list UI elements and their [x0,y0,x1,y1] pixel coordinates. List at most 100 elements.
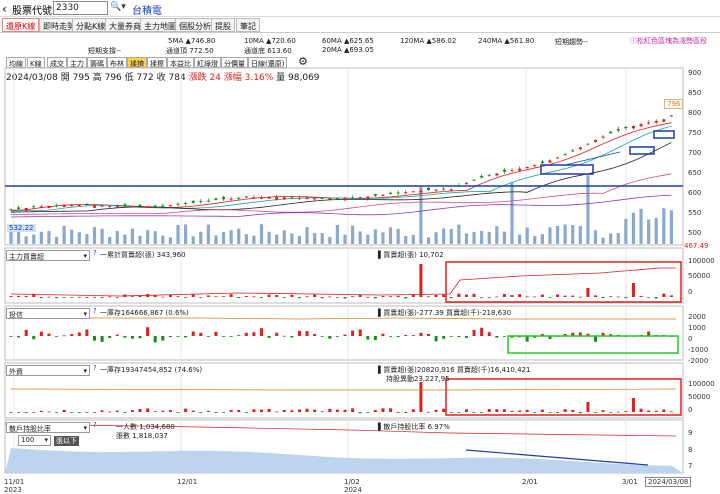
trust-bar [176,336,180,337]
price-tick: 800 [688,109,702,117]
main-force-bar [442,294,446,297]
trust-bar [419,332,423,336]
trust-bar [115,334,119,336]
trust-bar [351,330,355,336]
help-icon[interactable]: ? [93,364,97,372]
volume-bar [457,224,461,244]
volume-bar [358,231,362,244]
foreign-bar [115,410,119,412]
main-force-bar [647,297,651,298]
trust-bar [153,336,157,343]
chevron-down-icon: ▾ [83,310,87,318]
trust-bar [502,336,506,337]
panel-frame [4,67,684,246]
volume-bar [328,236,332,244]
main-force-bar [260,297,263,298]
main-force-bar [222,296,226,297]
volume-bar [77,232,81,244]
main-force-bar [662,293,666,297]
foreign-bar [146,408,150,412]
main-force-bar [601,297,605,299]
foreign-bar [480,412,484,413]
main-force-bar [24,295,28,297]
trust-bar [335,336,339,337]
foreign-bar [32,411,36,413]
main-force-bar [495,296,499,298]
panel4-selector[interactable]: 散戶持股比率 ▾ [6,422,90,433]
panel1-right-text: ▌買賣超(張) 10,702 [378,251,444,259]
candle-body [9,209,13,211]
volume-bar [578,225,582,244]
chevron-down-icon: ▾ [83,424,87,432]
main-force-bar [502,293,506,297]
volume-bar [502,231,507,244]
main-force-bar [563,295,567,297]
main-force-bar [55,297,59,299]
candle-body [32,206,36,208]
foreign-bar [404,412,408,413]
volume-bar [533,236,537,244]
foreign-bar [297,409,301,412]
trust-bar [9,336,13,337]
candle-body [161,205,165,207]
volume-bar [388,227,393,244]
foreign-bar [457,412,461,413]
chevron-down-icon: ▾ [83,252,87,260]
ma20-line [10,142,672,213]
foreign-bar [631,398,635,412]
trust-bar [343,334,347,336]
main-force-bar [609,296,613,298]
volume-bar [419,186,423,244]
main-force-bar [343,297,347,299]
main-force-bar [115,296,119,298]
panel3-selector[interactable]: 外資 ▾ [6,365,90,376]
volume-bar [123,234,127,244]
help-icon[interactable]: ? [93,307,97,315]
volume-bar [350,225,355,244]
retail-threshold-select[interactable]: 100 ▾ [18,435,51,446]
candle-body [191,200,195,203]
trust-bar [313,334,317,336]
trust-bar [290,336,294,338]
help-icon[interactable]: ? [93,421,97,429]
highlight-box [507,335,679,354]
trust-bar [130,336,134,339]
volume-bar [540,234,544,244]
panel1-selector[interactable]: 主力買賣超 ▾ [6,250,90,261]
volume-bar [16,230,21,244]
main-force-bar [669,295,673,297]
main-force-bar [624,297,628,299]
volume-bar [138,235,142,244]
candle-body [115,206,119,208]
foreign-bar [518,410,522,412]
main-force-bar [548,297,552,298]
candle-body [351,197,355,199]
x-tick: 1/02 [344,478,360,486]
panel4-tick: 7 [688,462,693,470]
foreign-bar [389,408,393,412]
volume-bar [343,234,347,244]
current-date-label: 2024/03/08 [645,477,692,487]
candle-body [252,197,256,199]
foreign-bar [594,412,597,413]
candle-body [17,207,21,209]
panel2-selector[interactable]: 投信 ▾ [6,308,90,319]
main-force-bar [404,297,408,299]
candle-body [548,160,552,163]
volume-bar [183,224,188,244]
chart-canvas[interactable] [0,0,720,494]
volume-bar [290,233,294,244]
foreign-bar [578,412,582,414]
help-icon[interactable]: ? [93,249,97,257]
trust-bar [480,327,484,336]
foreign-bar [540,409,544,412]
foreign-bar [267,408,271,412]
main-force-bar [176,296,180,297]
foreign-bar [130,410,134,412]
main-force-bar [229,294,233,297]
main-force-bar [654,297,658,299]
candle-body [290,196,294,198]
foreign-bar [373,410,377,412]
candle-body [427,187,430,190]
candle-body [108,205,112,207]
